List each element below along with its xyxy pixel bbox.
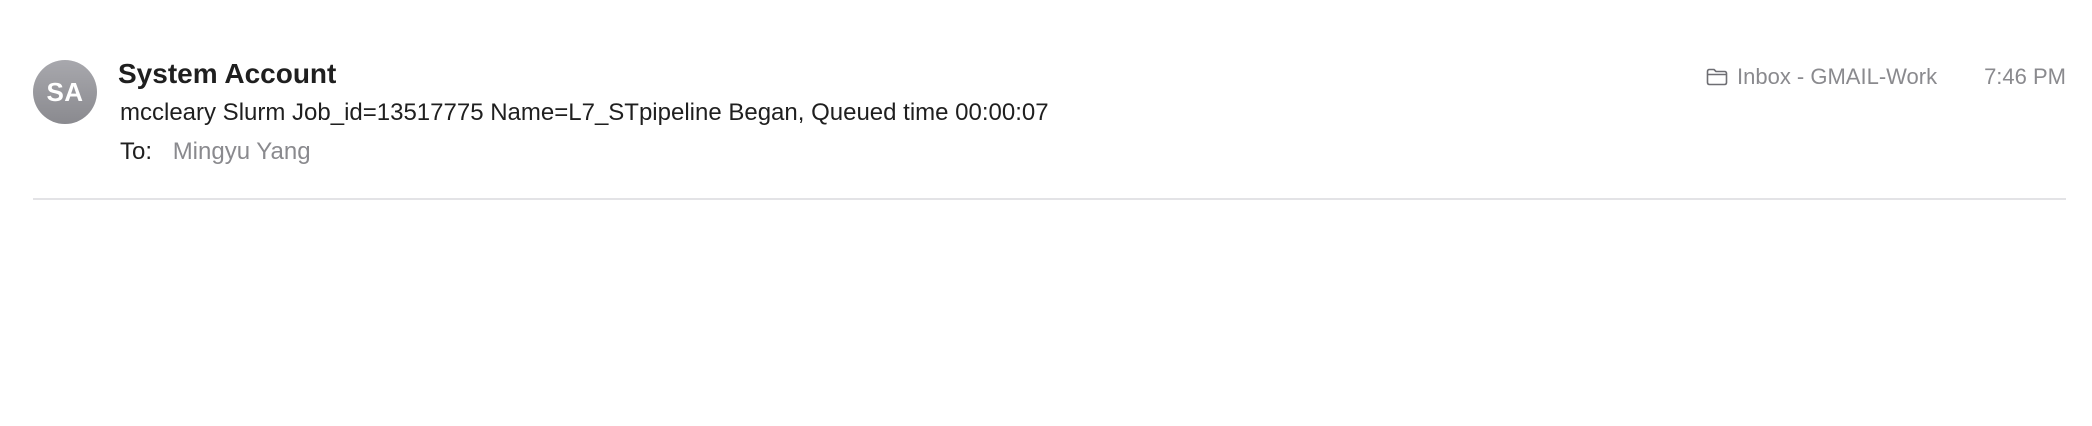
mailbox-location[interactable]: Inbox - GMAIL-Work — [1706, 62, 1937, 92]
folder-icon — [1706, 68, 1728, 86]
recipient-name[interactable]: Mingyu Yang — [173, 138, 311, 165]
message-header: SA System Account mccleary Slurm Job_id=… — [0, 0, 2092, 426]
mailbox-label: Inbox - GMAIL-Work — [1737, 64, 1938, 89]
message-subject: mccleary Slurm Job_id=13517775 Name=L7_S… — [120, 99, 1049, 126]
to-label: To: — [120, 138, 153, 165]
sender-name[interactable]: System Account — [118, 56, 336, 92]
header-divider — [33, 198, 2066, 200]
sender-avatar[interactable]: SA — [33, 60, 97, 124]
received-time: 7:46 PM — [1984, 64, 2066, 89]
recipient-line: To: Mingyu Yang — [120, 135, 311, 169]
